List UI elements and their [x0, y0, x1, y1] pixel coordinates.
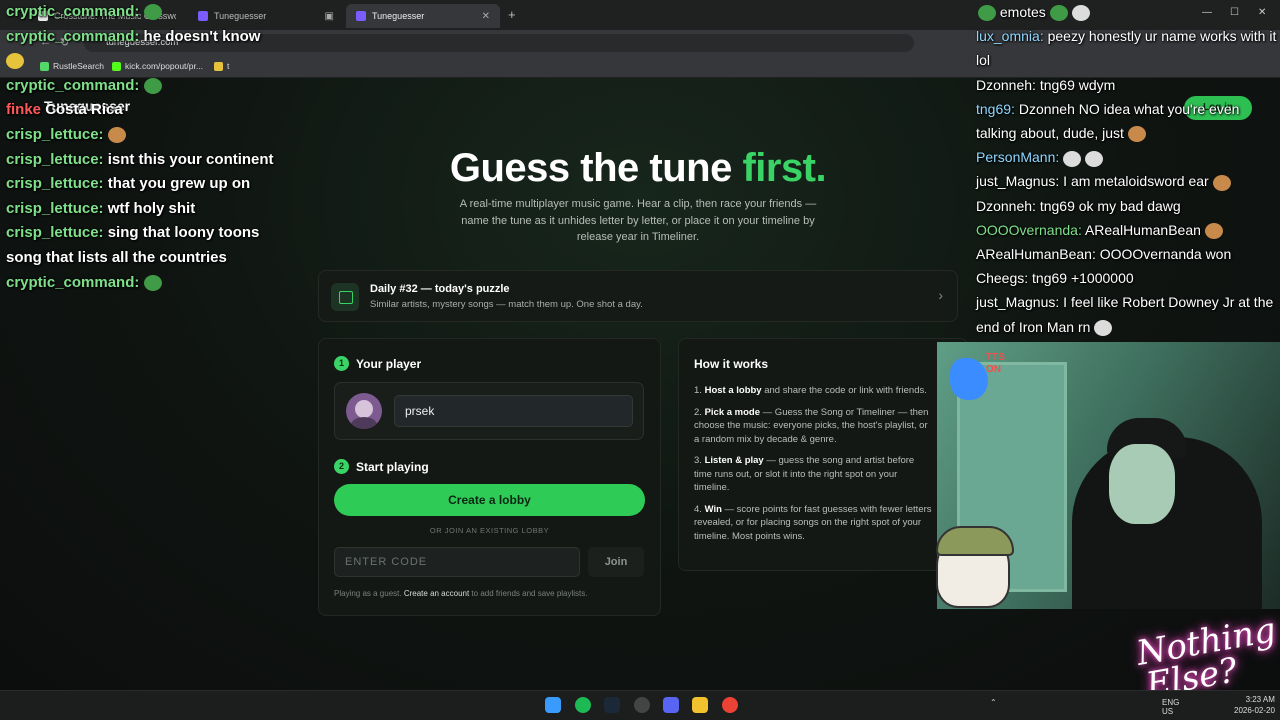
chat-line: crisp_lettuce:: [6, 123, 326, 148]
chat-line: crisp_lettuce: isnt this your continent: [6, 150, 274, 168]
pepe-emote-icon: [143, 77, 162, 94]
feather-emote-icon: [1085, 150, 1104, 167]
discord-icon[interactable]: [663, 697, 679, 713]
language-indicator[interactable]: ENG US: [1162, 698, 1179, 716]
stream-chat-right: emotes lux_omnia: peezy honestly ur name…: [976, 0, 1280, 339]
close-tab-icon[interactable]: ✕: [482, 11, 490, 22]
chat-line: song that lists all the countries: [6, 248, 227, 266]
chat-line: PersonMann:: [976, 145, 1280, 169]
calendar-icon: [331, 283, 359, 311]
step-number: 1: [334, 356, 349, 371]
step-start-playing: 2 Start playing: [334, 459, 429, 474]
chat-line: Dzonneh: tng69 ok my bad dawg: [976, 197, 1181, 214]
chat-line: just_Magnus: I am metaloidsword ear: [976, 169, 1280, 193]
list-item: 4. Win — score points for fast guesses w…: [694, 503, 932, 542]
step-number: 2: [334, 459, 349, 474]
chat-line: tng69: Dzonneh NO idea what you're even …: [976, 100, 1240, 143]
chat-line: lux_omnia: peezy honestly ur name works …: [976, 28, 1277, 69]
file-explorer-icon[interactable]: [692, 697, 708, 713]
chat-line: ARealHumanBean: OOOOvernanda won: [976, 246, 1232, 263]
face-emote-icon: [1127, 126, 1146, 143]
pepe-emote-icon: [143, 4, 162, 21]
chat-line: cryptic_command: he doesn't know: [6, 27, 261, 45]
new-tab-button[interactable]: +: [508, 7, 516, 22]
list-item: 1. Host a lobby and share the code or li…: [694, 385, 927, 396]
chat-line: OOOOvernanda: ARealHumanBean: [976, 218, 1280, 242]
webcam-head: [1109, 444, 1175, 524]
join-button[interactable]: Join: [588, 547, 644, 577]
player-name-input[interactable]: [394, 395, 633, 427]
stream-chat-left: cryptic_command: cryptic_command: he doe…: [6, 0, 326, 295]
system-clock[interactable]: 3:23 AM 2026-02-20: [1234, 694, 1275, 716]
list-item: 3. Listen & play — guess the song and ar…: [694, 455, 915, 493]
bird-icon: [950, 358, 988, 400]
tts-overlay: TTS ON: [946, 350, 1016, 406]
emote-icon: [6, 53, 24, 70]
chat-line: cryptic_command:: [6, 74, 326, 99]
join-divider-text: OR JOIN AN EXISTING LOBBY: [429, 526, 550, 535]
how-it-works-title: How it works: [694, 357, 769, 371]
pepe-emote-icon: [143, 274, 162, 291]
lobby-code-input[interactable]: [334, 547, 580, 577]
chat-line: finke Costa Rica: [6, 101, 123, 119]
face-emote-icon: [1094, 319, 1113, 336]
feather-emote-icon: [1071, 5, 1090, 22]
chat-line: cryptic_command:: [6, 0, 326, 25]
chat-line: Dzonneh: tng69 wdym: [976, 76, 1116, 93]
obs-icon[interactable]: [634, 697, 650, 713]
chat-line: emotes: [976, 0, 1280, 24]
face-emote-icon: [107, 127, 126, 143]
spotify-icon[interactable]: [575, 697, 591, 713]
daily-puzzle-card[interactable]: Daily #32 — today's puzzle Similar artis…: [318, 270, 958, 322]
hero-title: Guess the tune first.: [449, 146, 827, 190]
chat-line: crisp_lettuce: wtf holy shit: [6, 199, 196, 217]
hero-subtitle: A real-time multiplayer music game. Hear…: [459, 198, 817, 243]
tray-chevron-icon[interactable]: ⌃: [990, 698, 997, 707]
windows-start-icon[interactable]: [545, 697, 561, 713]
chevron-right-icon: ›: [938, 287, 943, 303]
mascot-sticker: [936, 526, 1014, 608]
chat-line: [6, 49, 326, 74]
list-item: 2. Pick a mode — Guess the Song or Timel…: [694, 406, 929, 445]
screen: Crosstune: The Music Crosswo... Tunegues…: [0, 0, 1280, 720]
chrome-icon[interactable]: [722, 697, 738, 713]
tab-tuneguesser-active[interactable]: Tuneguesser ✕: [346, 4, 500, 28]
chat-line: crisp_lettuce: that you grew up on: [6, 175, 251, 193]
chat-line: just_Magnus: I feel like Robert Downey J…: [976, 294, 1274, 336]
guest-notice: Playing as a guest. Create an account to…: [334, 589, 588, 598]
chat-line: crisp_lettuce: sing that loony toons: [6, 224, 260, 242]
chat-line: cryptic_command:: [6, 271, 326, 296]
daily-subtitle: Similar artists, mystery songs — match t…: [370, 299, 643, 310]
pepe-emote-icon: [978, 5, 996, 22]
steam-icon[interactable]: [604, 697, 620, 713]
tuneguesser-favicon-icon: [356, 11, 366, 21]
daily-title: Daily #32 — today's puzzle: [370, 283, 510, 295]
pepe-emote-icon: [1049, 5, 1068, 22]
chat-line: Cheegs: tng69 +1000000: [976, 270, 1134, 287]
mask-emote-icon: [1063, 150, 1082, 167]
avatar[interactable]: [346, 393, 382, 429]
face-emote-icon: [1212, 174, 1231, 191]
tts-label: TTS ON: [986, 352, 1005, 375]
create-lobby-button[interactable]: Create a lobby: [334, 484, 645, 516]
create-account-link[interactable]: Create an account: [404, 589, 469, 598]
step-your-player: 1 Your player: [334, 356, 421, 371]
how-it-works-list: 1. Host a lobby and share the code or li…: [694, 384, 934, 551]
face-emote-icon: [1204, 223, 1223, 240]
